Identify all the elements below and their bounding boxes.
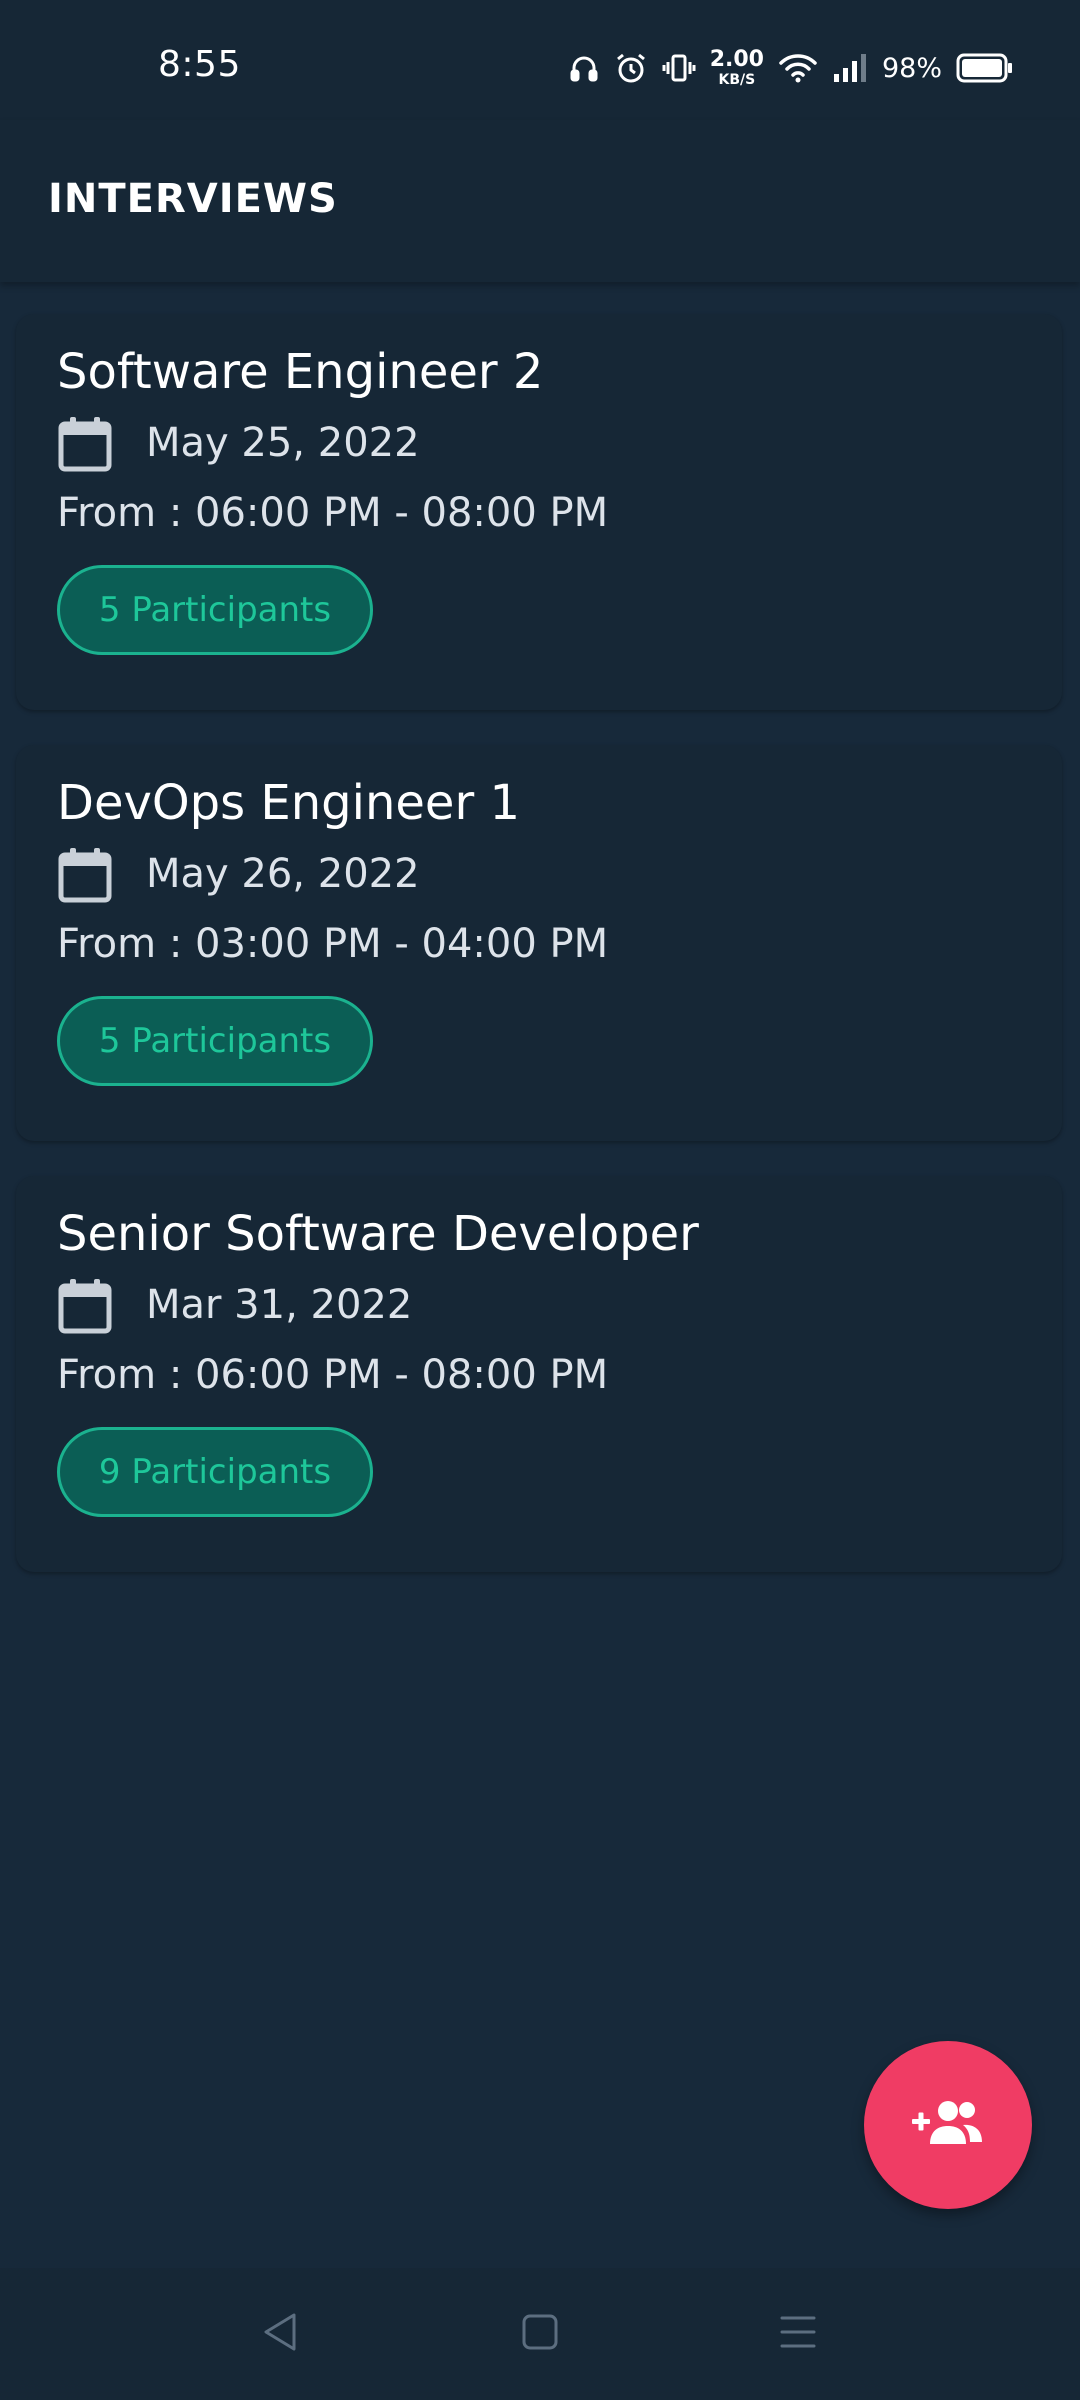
nav-home-button[interactable] [510,2308,570,2360]
recents-icon [778,2312,818,2356]
interview-date: May 25, 2022 [146,420,420,466]
add-group-icon [910,2098,986,2152]
net-speed-unit: KB/S [718,72,756,88]
interview-title: DevOps Engineer 1 [57,775,520,831]
status-bar: 8:55 2.00 KB/S 98% [0,0,1080,120]
status-time: 8:55 [158,44,241,85]
app-bar: INTERVIEWS [0,120,1080,282]
status-icons: 2.00 KB/S 98% [568,46,1014,90]
interview-card[interactable]: Software Engineer 2 May 25, 2022 From : … [16,314,1062,710]
home-icon [521,2313,559,2355]
interview-time-range: From : 06:00 PM - 08:00 PM [57,490,609,536]
participants-chip[interactable]: 9 Participants [57,1427,373,1517]
interview-title: Senior Software Developer [57,1206,699,1262]
net-speed: 2.00 KB/S [709,47,764,88]
battery-icon [956,53,1014,83]
navigation-bar [0,2268,1080,2400]
participants-chip[interactable]: 5 Participants [57,565,373,655]
interview-card[interactable]: DevOps Engineer 1 May 26, 2022 From : 03… [16,745,1062,1141]
alarm-icon [614,51,648,85]
net-speed-value: 2.00 [709,47,764,72]
calendar-icon [58,847,112,907]
participants-chip[interactable]: 5 Participants [57,996,373,1086]
interview-date: Mar 31, 2022 [146,1282,413,1328]
interview-date: May 26, 2022 [146,851,420,897]
interview-card[interactable]: Senior Software Developer Mar 31, 2022 F… [16,1176,1062,1572]
calendar-icon [58,416,112,476]
add-participants-fab[interactable] [864,2041,1032,2209]
interview-title: Software Engineer 2 [57,344,544,400]
calendar-icon [58,1278,112,1338]
page-title: INTERVIEWS [48,176,338,222]
headphones-icon [568,52,600,84]
signal-icon [832,52,868,84]
vibrate-icon [662,51,696,85]
nav-back-button[interactable] [250,2308,310,2360]
wifi-icon [778,51,818,85]
battery-percent: 98% [881,52,942,84]
back-icon [260,2311,300,2357]
nav-recents-button[interactable] [768,2308,828,2360]
interview-time-range: From : 06:00 PM - 08:00 PM [57,1352,609,1398]
interview-time-range: From : 03:00 PM - 04:00 PM [57,921,609,967]
